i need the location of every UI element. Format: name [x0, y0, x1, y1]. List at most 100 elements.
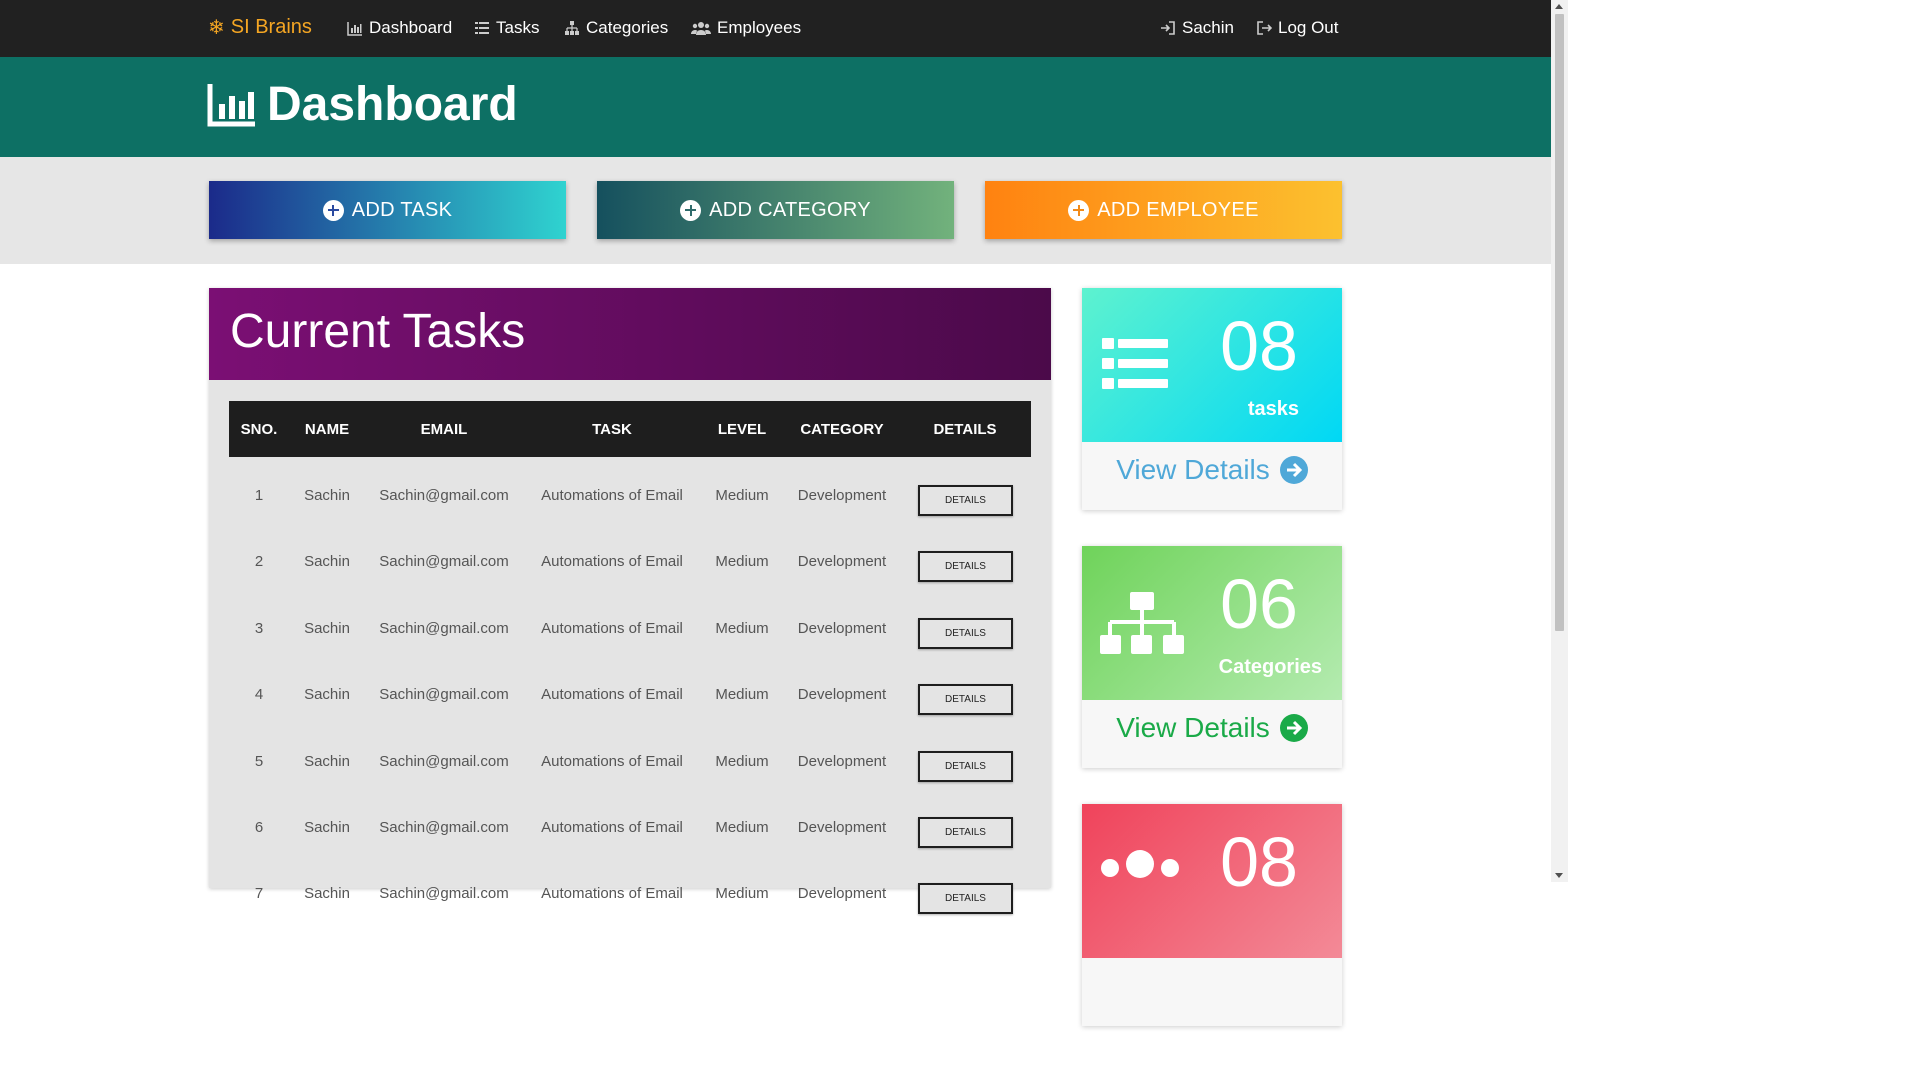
page-scrollbar[interactable]	[1551, 0, 1568, 882]
nav-logout-label: Log Out	[1278, 18, 1339, 37]
plus-circle-icon	[1068, 199, 1090, 221]
details-button[interactable]: DETAILS	[918, 883, 1013, 914]
tasks-view-details-link[interactable]: View Details	[1082, 454, 1342, 486]
cell-name: Sachin	[304, 620, 350, 637]
nav-dashboard[interactable]: Dashboard	[347, 18, 452, 38]
categories-count-label: Categories	[1218, 656, 1322, 678]
list-icon	[1102, 338, 1168, 389]
details-button[interactable]: DETAILS	[918, 751, 1013, 782]
arrow-circle-right-icon	[1279, 714, 1308, 742]
add-employee-button[interactable]: ADD EMPLOYEE	[985, 181, 1342, 239]
cell-task: Automations of Email	[541, 620, 683, 637]
cell-category: Development	[797, 819, 887, 836]
tasks-count: 08	[1220, 307, 1298, 385]
cell-name: Sachin	[304, 885, 350, 902]
scrollbar-thumb[interactable]	[1555, 14, 1564, 631]
column-header-sno: SNO.	[240, 421, 278, 438]
cell-task: Automations of Email	[541, 819, 683, 836]
table-row: 7 Sachin Sachin@gmail.com Automations of…	[229, 863, 1031, 929]
brand-label: SI Brains	[230, 16, 312, 38]
add-category-button[interactable]: ADD CATEGORY	[597, 181, 954, 239]
cell-category: Development	[797, 686, 887, 703]
details-button[interactable]: DETAILS	[918, 618, 1013, 649]
nav-tasks-label: Tasks	[496, 18, 540, 37]
categories-view-details-link[interactable]: View Details	[1082, 712, 1342, 744]
details-button[interactable]: DETAILS	[918, 817, 1013, 848]
cell-email: Sachin@gmail.com	[379, 819, 509, 836]
cell-sno: 2	[254, 553, 264, 570]
column-header-email: EMAIL	[420, 421, 468, 438]
cell-category: Development	[797, 885, 887, 902]
cell-category: Development	[797, 553, 887, 570]
users-icon	[691, 22, 711, 35]
add-employee-label: ADD EMPLOYEE	[1097, 198, 1259, 221]
bar-chart-icon	[207, 83, 255, 126]
sitemap-icon	[1100, 592, 1184, 654]
cell-sno: 7	[254, 885, 264, 902]
view-details-label: View Details	[1116, 454, 1270, 485]
nav-tasks[interactable]: Tasks	[474, 18, 539, 38]
cell-task: Automations of Email	[541, 553, 683, 570]
table-row: 3 Sachin Sachin@gmail.com Automations of…	[229, 598, 1031, 664]
nav-logout[interactable]: Log Out	[1256, 18, 1339, 38]
categories-stat-card: 06 Categories View Details	[1082, 546, 1342, 768]
scroll-down-icon[interactable]	[1555, 873, 1563, 878]
details-button[interactable]: DETAILS	[918, 485, 1013, 516]
categories-count: 06	[1220, 565, 1298, 643]
column-header-level: LEVEL	[717, 421, 767, 438]
cell-name: Sachin	[304, 487, 350, 504]
top-navbar: ❄ SI Brains Dashboard Tasks Categories E…	[0, 0, 1551, 57]
cell-email: Sachin@gmail.com	[379, 885, 509, 902]
cell-email: Sachin@gmail.com	[379, 620, 509, 637]
current-tasks-panel: Current Tasks SNO. NAME EMAIL TASK LEVEL…	[209, 288, 1051, 914]
list-icon	[475, 22, 489, 34]
brand-link[interactable]: ❄ SI Brains	[208, 15, 312, 40]
column-header-task: TASK	[592, 421, 632, 438]
table-row: 4 Sachin Sachin@gmail.com Automations of…	[229, 664, 1031, 730]
view-details-label: View Details	[1116, 712, 1270, 743]
cell-name: Sachin	[304, 753, 350, 770]
table-row: 2 Sachin Sachin@gmail.com Automations of…	[229, 531, 1031, 597]
details-button[interactable]: DETAILS	[918, 684, 1013, 715]
snowflake-icon: ❄	[208, 17, 225, 39]
table-row: 1 Sachin Sachin@gmail.com Automations of…	[229, 465, 1031, 531]
cell-level: Medium	[715, 819, 769, 836]
table-row: 6 Sachin Sachin@gmail.com Automations of…	[229, 797, 1031, 863]
arrow-circle-right-icon	[1279, 456, 1308, 484]
cell-task: Automations of Email	[541, 487, 683, 504]
cell-task: Automations of Email	[541, 885, 683, 902]
cell-email: Sachin@gmail.com	[379, 487, 509, 504]
tasks-stat-top: 08 tasks	[1082, 288, 1342, 442]
employees-count: 08	[1220, 823, 1298, 901]
nav-user[interactable]: Sachin	[1160, 18, 1234, 38]
users-icon	[1101, 850, 1179, 878]
cell-category: Development	[797, 487, 887, 504]
current-tasks-header: Current Tasks	[209, 288, 1051, 380]
cell-email: Sachin@gmail.com	[379, 686, 509, 703]
nav-employees-label: Employees	[717, 18, 802, 37]
cell-level: Medium	[715, 753, 769, 770]
add-task-button[interactable]: ADD TASK	[209, 181, 566, 239]
sign-in-icon	[1161, 21, 1175, 35]
cell-level: Medium	[715, 487, 769, 504]
cell-name: Sachin	[304, 819, 350, 836]
tasks-count-label: tasks	[1247, 398, 1299, 420]
cell-sno: 3	[254, 620, 264, 637]
cell-level: Medium	[715, 885, 769, 902]
column-header-category: CATEGORY	[800, 421, 884, 438]
cell-task: Automations of Email	[541, 686, 683, 703]
plus-circle-icon	[680, 199, 702, 221]
nav-categories[interactable]: Categories	[564, 18, 668, 38]
cell-email: Sachin@gmail.com	[379, 553, 509, 570]
page-header: Dashboard	[0, 57, 1551, 157]
page-title-text: Dashboard	[267, 78, 518, 131]
details-button[interactable]: DETAILS	[918, 551, 1013, 582]
employees-stat-top: 08	[1082, 804, 1342, 958]
cell-level: Medium	[715, 620, 769, 637]
nav-employees[interactable]: Employees	[691, 18, 801, 38]
nav-categories-label: Categories	[586, 18, 669, 37]
cell-email: Sachin@gmail.com	[379, 753, 509, 770]
add-task-label: ADD TASK	[351, 198, 453, 221]
scroll-up-icon[interactable]	[1555, 4, 1563, 9]
sitemap-icon	[565, 21, 579, 35]
